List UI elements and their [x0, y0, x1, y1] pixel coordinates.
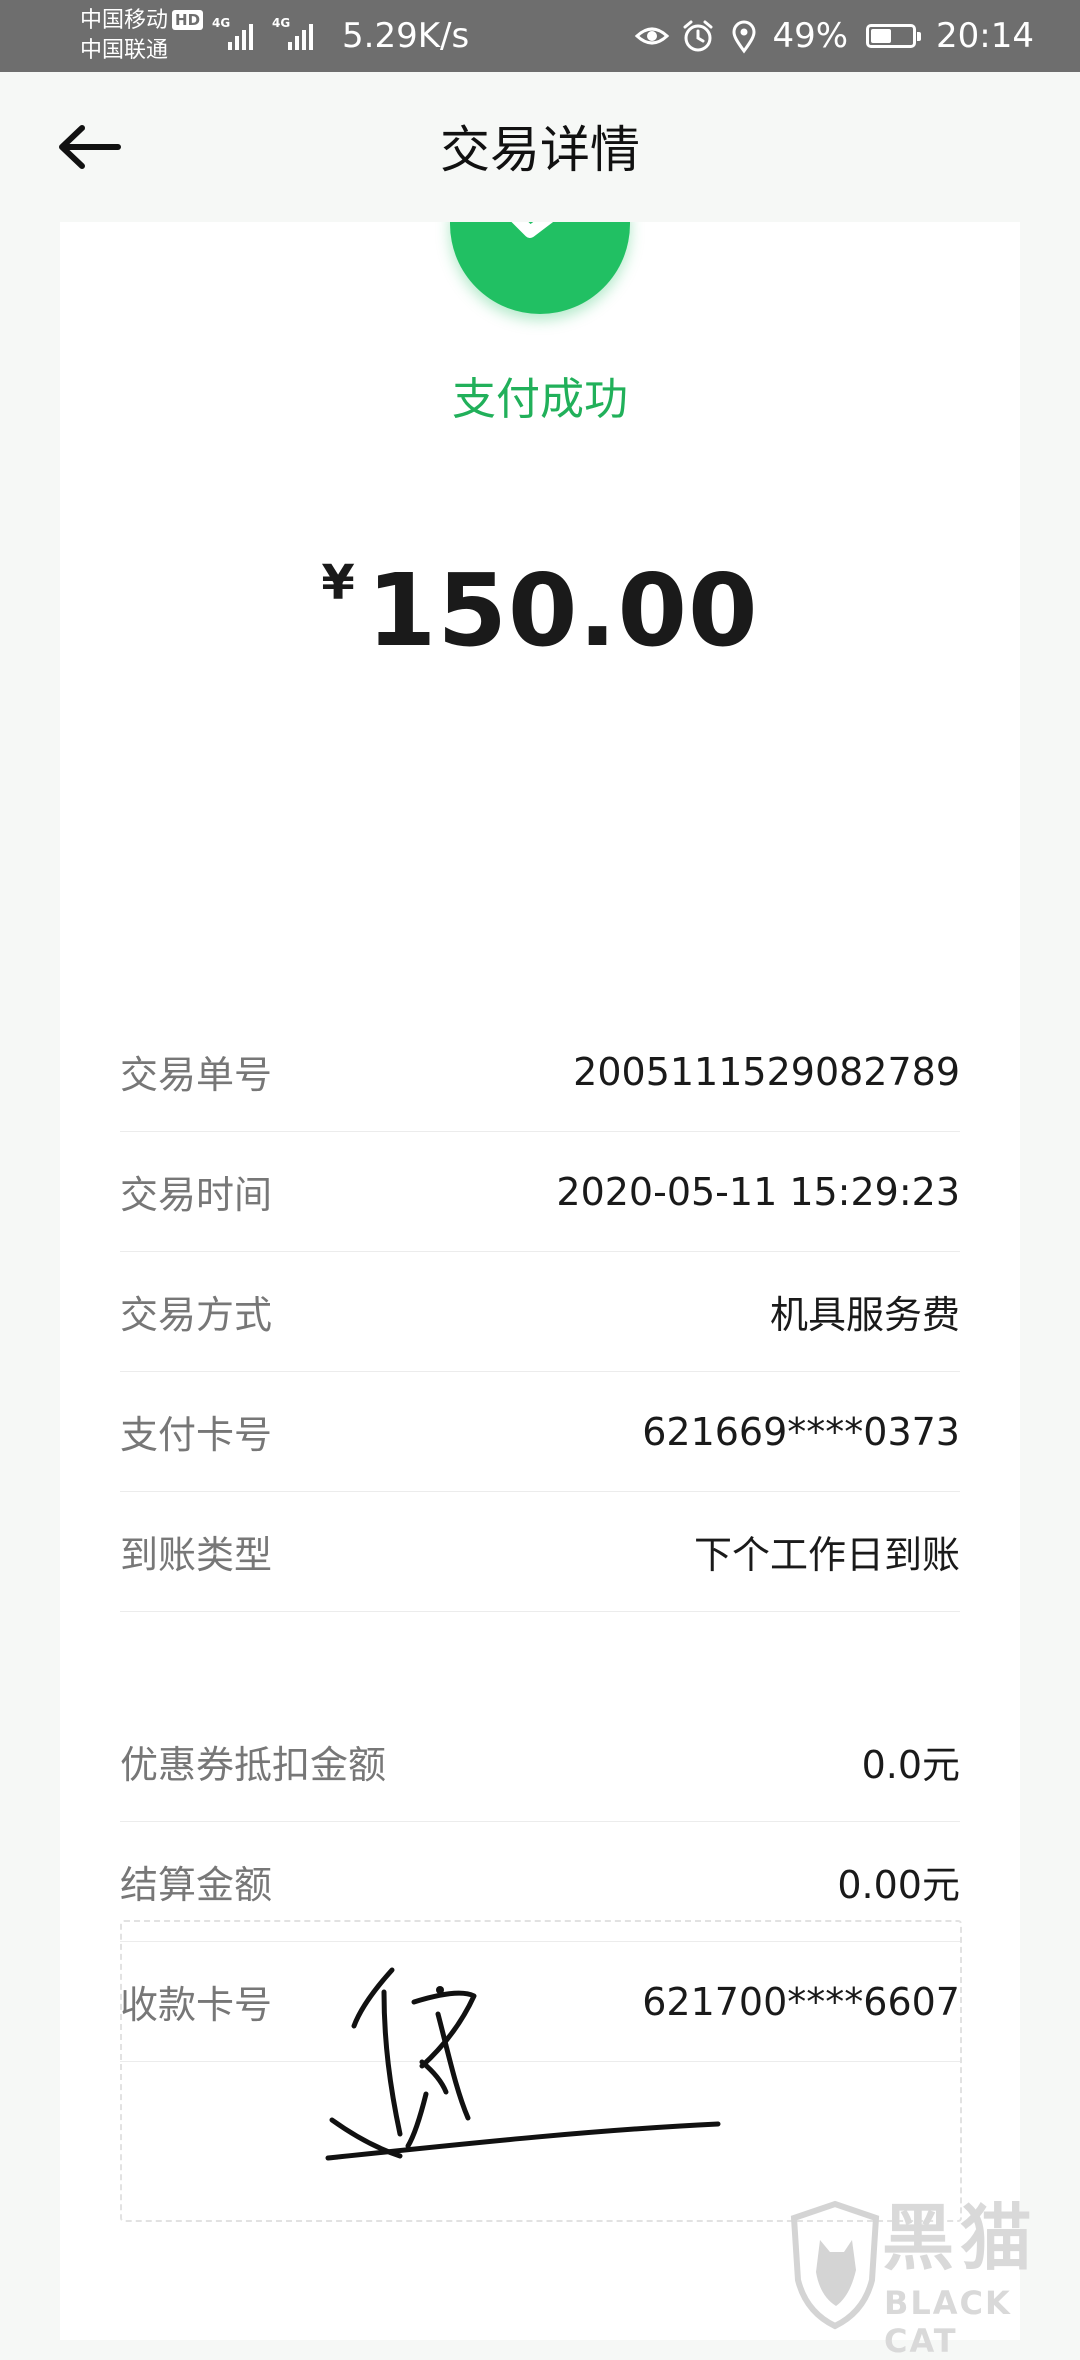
battery-percent: 49% — [772, 16, 849, 56]
row-value: 0.0元 — [861, 1743, 960, 1787]
location-icon — [732, 20, 756, 54]
amount: ¥150.00 — [60, 552, 1020, 669]
page-title: 交易详情 — [440, 121, 640, 179]
carrier-1: 中国移动 — [80, 8, 169, 33]
row-value: 机具服务费 — [769, 1293, 960, 1337]
transaction-card: 支付成功 ¥150.00 交易单号 2005111529082789 交易时间 … — [60, 222, 1020, 2340]
watermark-sub: BLACK CAT — [884, 2284, 1012, 2360]
amount-value: 150.00 — [366, 552, 759, 669]
status-bar: 中国移动 HD 中国联通 4G 4G 5.29K/s 49% 20:14 — [0, 0, 1080, 72]
detail-row-coupon: 优惠券抵扣金额 0.0元 — [120, 1702, 960, 1822]
battery-fill — [871, 29, 891, 43]
header: 交易详情 — [0, 72, 1080, 222]
battery-icon — [866, 24, 922, 48]
row-value: 0.00元 — [837, 1863, 960, 1907]
check-circle-icon — [450, 222, 630, 314]
row-label: 交易时间 — [120, 1173, 273, 1217]
clock: 20:14 — [936, 16, 1034, 56]
watermark-text: 黑猫 — [882, 2196, 1039, 2280]
row-label: 交易方式 — [120, 1293, 273, 1337]
carrier-2: 中国联通 — [80, 38, 169, 63]
row-label: 结算金额 — [120, 1863, 273, 1907]
row-label: 优惠券抵扣金额 — [120, 1743, 387, 1787]
transaction-details: 交易单号 2005111529082789 交易时间 2020-05-11 15… — [120, 1012, 960, 1612]
signature-box — [120, 1920, 962, 2222]
detail-row-order-no: 交易单号 2005111529082789 — [120, 1012, 960, 1132]
eye-icon — [635, 27, 670, 45]
status-icons: 49% 20:14 — [634, 14, 1034, 58]
signature — [325, 1967, 721, 2161]
payment-status: 支付成功 — [452, 374, 628, 425]
row-value: 2020-05-11 15:29:23 — [556, 1169, 960, 1214]
signal-strength-icon: 4G — [272, 16, 322, 50]
cat-shield-icon — [790, 2200, 880, 2330]
detail-row-arrival-type: 到账类型 下个工作日到账 — [120, 1492, 960, 1612]
row-value: 下个工作日到账 — [693, 1533, 960, 1577]
hd-badge: HD — [172, 10, 204, 30]
row-label: 支付卡号 — [120, 1413, 273, 1457]
row-label: 交易单号 — [120, 1053, 273, 1097]
carrier-info: 中国移动 HD 中国联通 — [80, 6, 204, 66]
row-value: 2005111529082789 — [573, 1049, 960, 1094]
detail-row-time: 交易时间 2020-05-11 15:29:23 — [120, 1132, 960, 1252]
currency-symbol: ¥ — [321, 555, 355, 611]
signal-strength-icon: 4G — [212, 16, 262, 50]
net-speed: 5.29K/s — [342, 16, 470, 56]
alarm-icon — [683, 20, 713, 52]
row-value: 621669****0373 — [642, 1409, 960, 1454]
watermark: 黑猫 BLACK CAT — [780, 2190, 1080, 2360]
detail-row-method: 交易方式 机具服务费 — [120, 1252, 960, 1372]
row-label: 到账类型 — [120, 1533, 273, 1577]
detail-row-pay-card: 支付卡号 621669****0373 — [120, 1372, 960, 1492]
